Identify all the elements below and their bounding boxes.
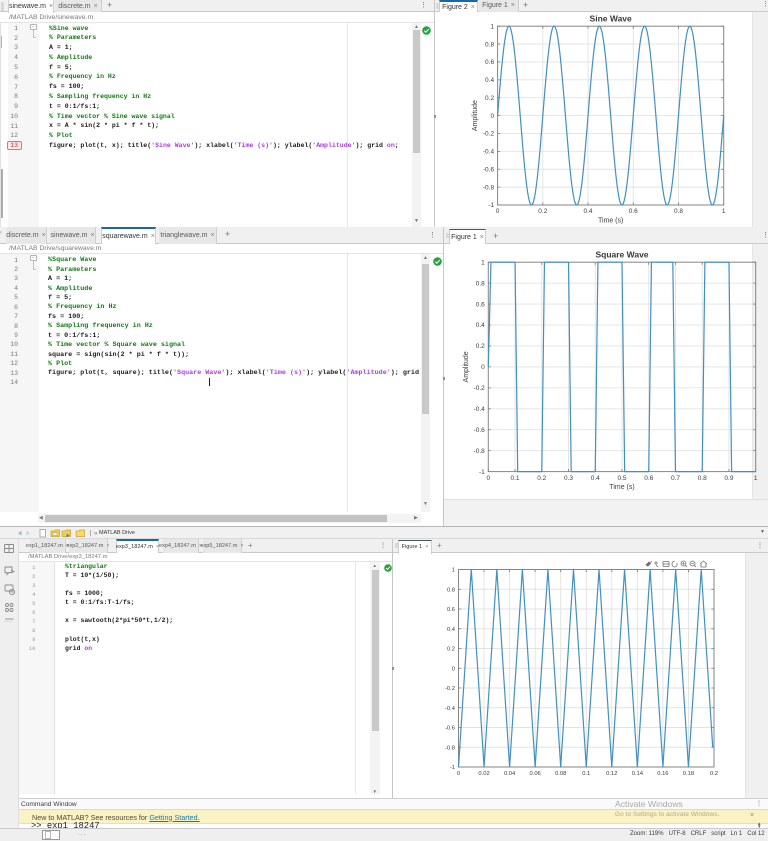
svg-text:0.12: 0.12 (606, 771, 617, 777)
svg-text:0.4: 0.4 (447, 627, 456, 633)
svg-text:0.1: 0.1 (511, 475, 520, 482)
svg-text:-0.2: -0.2 (483, 131, 495, 138)
svg-text:0.8: 0.8 (476, 280, 485, 287)
svg-text:0: 0 (452, 666, 455, 672)
svg-text:1: 1 (754, 475, 758, 482)
svg-text:0.8: 0.8 (485, 41, 494, 48)
svg-text:Time (s): Time (s) (609, 484, 634, 491)
svg-text:0: 0 (486, 475, 490, 482)
svg-text:-1: -1 (488, 202, 494, 209)
svg-text:Square Wave: Square Wave (595, 250, 648, 260)
svg-text:1: 1 (481, 259, 485, 266)
svg-text:0.4: 0.4 (485, 77, 494, 84)
svg-text:-0.2: -0.2 (445, 686, 455, 692)
svg-text:0.4: 0.4 (584, 208, 593, 215)
svg-text:-0.6: -0.6 (483, 166, 495, 173)
svg-text:Amplitude: Amplitude (463, 351, 470, 382)
svg-text:-0.8: -0.8 (445, 745, 455, 751)
svg-text:0.6: 0.6 (644, 475, 653, 482)
svg-text:Sine Wave: Sine Wave (590, 14, 632, 24)
svg-text:0.8: 0.8 (674, 208, 683, 215)
svg-text:1: 1 (452, 568, 455, 574)
svg-text:1: 1 (722, 208, 726, 215)
svg-text:0: 0 (496, 208, 500, 215)
svg-text:0.2: 0.2 (710, 771, 718, 777)
svg-text:0.4: 0.4 (476, 322, 485, 329)
svg-text:0.6: 0.6 (476, 301, 485, 308)
svg-text:0.08: 0.08 (555, 771, 566, 777)
svg-text:0.06: 0.06 (530, 771, 541, 777)
svg-text:0.9: 0.9 (724, 475, 733, 482)
svg-text:0.5: 0.5 (617, 475, 626, 482)
svg-text:-0.4: -0.4 (483, 149, 495, 156)
svg-text:0: 0 (457, 771, 460, 777)
svg-text:-0.4: -0.4 (474, 406, 486, 413)
svg-text:0.8: 0.8 (698, 475, 707, 482)
svg-text:0.6: 0.6 (447, 607, 455, 613)
svg-text:0.18: 0.18 (683, 771, 694, 777)
svg-text:0.2: 0.2 (537, 475, 546, 482)
svg-text:0.4: 0.4 (591, 475, 600, 482)
svg-text:0.7: 0.7 (671, 475, 680, 482)
svg-text:1: 1 (490, 23, 494, 30)
svg-text:-0.8: -0.8 (483, 184, 495, 191)
svg-text:-0.8: -0.8 (474, 448, 486, 455)
svg-text:0.8: 0.8 (447, 587, 455, 593)
svg-text:0.1: 0.1 (582, 771, 590, 777)
svg-text:-0.4: -0.4 (445, 706, 456, 712)
svg-text:0.04: 0.04 (504, 771, 516, 777)
svg-text:0: 0 (490, 113, 494, 120)
svg-text:Amplitude: Amplitude (472, 100, 479, 131)
svg-text:-0.2: -0.2 (474, 385, 486, 392)
svg-text:-1: -1 (479, 469, 485, 476)
svg-text:0.14: 0.14 (632, 771, 644, 777)
svg-text:0.2: 0.2 (476, 343, 485, 350)
svg-text:0.2: 0.2 (447, 647, 455, 653)
svg-text:-0.6: -0.6 (445, 726, 455, 732)
svg-text:-1: -1 (450, 765, 455, 771)
svg-text:0.2: 0.2 (538, 208, 547, 215)
svg-text:Time (s): Time (s) (598, 218, 623, 225)
svg-text:0.16: 0.16 (657, 771, 668, 777)
svg-text:0.3: 0.3 (564, 475, 573, 482)
svg-text:0: 0 (481, 364, 485, 371)
svg-text:0.2: 0.2 (485, 95, 494, 102)
svg-text:0.6: 0.6 (485, 59, 494, 66)
svg-text:0.6: 0.6 (629, 208, 638, 215)
svg-text:-0.6: -0.6 (474, 427, 486, 434)
svg-text:0.02: 0.02 (478, 771, 489, 777)
